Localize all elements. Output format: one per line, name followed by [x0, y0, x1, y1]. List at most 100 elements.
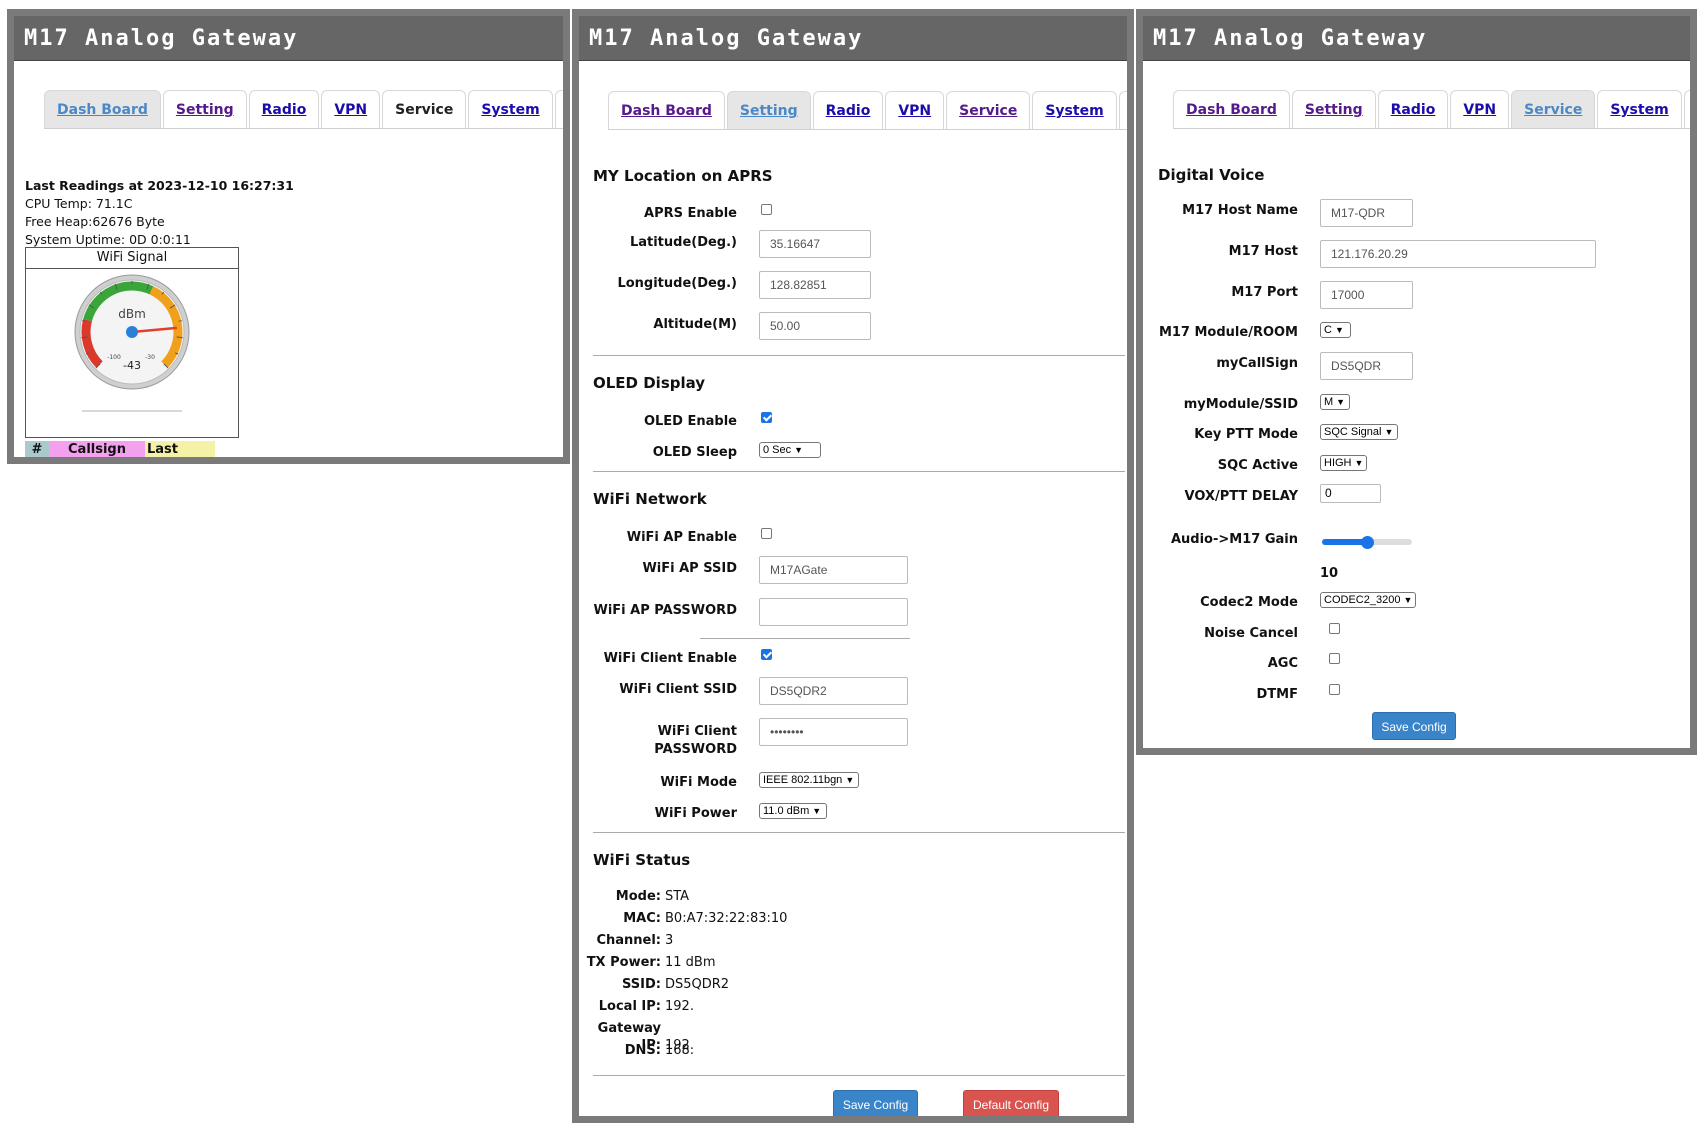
wifi-status-key: DNS: — [624, 1043, 661, 1058]
altitude-input[interactable]: 50.00 — [759, 312, 871, 340]
key-ptt-mode-label: Key PTT Mode — [1194, 427, 1298, 442]
save-config-button[interactable]: Save Config — [833, 1090, 918, 1116]
tab-bar: Dash Board Setting Radio VPN Service Sys… — [608, 91, 1127, 130]
gauge-hub — [126, 326, 138, 338]
cpu-temp: CPU Temp: 71.1C — [25, 196, 133, 211]
wifi-status-value: 192. — [665, 999, 694, 1014]
gauge-tick — [176, 336, 183, 339]
latitude-input[interactable]: 35.16647 — [759, 230, 871, 258]
setting-panel: M17 Analog Gateway Dash Board Setting Ra… — [572, 9, 1134, 1123]
my-callsign-input[interactable]: DS5QDR — [1320, 352, 1413, 380]
tab-setting[interactable]: Setting — [162, 90, 247, 128]
m17-module-select[interactable]: C ▼ — [1320, 322, 1351, 338]
wifi-mode-label: WiFi Mode — [660, 775, 737, 790]
hash-header: # — [25, 441, 49, 457]
wifi-power-select[interactable]: 11.0 dBm ▼ — [759, 803, 827, 819]
wifi-client-ssid-input[interactable]: DS5QDR2 — [759, 677, 908, 705]
last-heard-header: # Callsign Last heard — [25, 441, 215, 457]
wifi-ap-password-label: WiFi AP PASSWORD — [593, 603, 737, 618]
gauge-tick — [82, 320, 86, 322]
my-module-ssid-label: myModule/SSID — [1183, 397, 1298, 412]
wifi-status-value: B0:A7:32:22:83:10 — [665, 911, 788, 926]
wifi-status-value: 168. — [665, 1043, 694, 1058]
tab-service[interactable]: Service — [1511, 90, 1596, 128]
gauge-min-label: -100 — [107, 354, 121, 361]
tab-vpn[interactable]: VPN — [885, 91, 945, 129]
m17-host-name-input[interactable]: M17-QDR — [1320, 199, 1413, 227]
gauge-tick — [178, 320, 182, 322]
wifi-status-title: WiFi Status — [593, 851, 691, 869]
longitude-input[interactable]: 128.82851 — [759, 271, 871, 299]
wifi-mode-value: IEEE 802.11bgn — [763, 774, 843, 786]
m17-module-value: C — [1324, 324, 1332, 336]
vox-ptt-delay-label: VOX/PTT DELAY — [1184, 489, 1298, 504]
tab-system[interactable]: System — [1032, 91, 1117, 129]
app-title: M17 Analog Gateway — [579, 16, 1127, 61]
dtmf-label: DTMF — [1256, 687, 1298, 702]
aprs-section-title: MY Location on APRS — [593, 167, 773, 185]
gauge-max-label: -30 — [145, 354, 155, 361]
tab-firmware[interactable]: Firmware — [1118, 91, 1127, 129]
tab-firmware[interactable]: Firmware — [1683, 90, 1690, 128]
key-ptt-mode-select[interactable]: SQC Signal ▼ — [1320, 424, 1398, 440]
chevron-down-icon: ▼ — [1354, 458, 1364, 468]
codec2-mode-label: Codec2 Mode — [1200, 595, 1298, 610]
wifi-status-row: Channel: 3 — [579, 932, 673, 949]
audio-gain-value: 10 — [1320, 566, 1339, 581]
tab-vpn[interactable]: VPN — [321, 90, 381, 128]
tab-firmware[interactable]: Firmware — [554, 90, 563, 128]
wifi-ap-ssid-input[interactable]: M17AGate — [759, 556, 908, 584]
vox-ptt-delay-input[interactable]: 0 — [1320, 484, 1381, 503]
wifi-client-password-input[interactable]: •••••••• — [759, 718, 908, 746]
tab-setting[interactable]: Setting — [726, 91, 811, 129]
wifi-client-password-label-line2: PASSWORD — [654, 742, 737, 757]
wifi-status-row: TX Power: 11 dBm — [579, 954, 716, 971]
codec2-mode-select[interactable]: CODEC2_3200 ▼ — [1320, 592, 1416, 608]
divider — [593, 832, 1125, 833]
chevron-down-icon: ▼ — [794, 445, 804, 455]
tab-service[interactable]: Service — [946, 91, 1031, 129]
sqc-active-select[interactable]: HIGH ▼ — [1320, 455, 1367, 471]
tab-system[interactable]: System — [468, 90, 553, 128]
my-module-ssid-select[interactable]: M ▼ — [1320, 394, 1350, 410]
aprs-enable-checkbox[interactable] — [761, 204, 772, 215]
agc-checkbox[interactable] — [1329, 653, 1340, 664]
oled-enable-checkbox[interactable] — [761, 412, 772, 423]
tab-radio[interactable]: Radio — [1377, 90, 1449, 128]
altitude-label: Altitude(M) — [653, 317, 737, 332]
tab-service[interactable]: Service — [382, 90, 467, 128]
chevron-down-icon: ▼ — [812, 806, 822, 816]
wifi-signal-title: WiFi Signal — [26, 248, 238, 269]
save-config-button[interactable]: Save Config — [1372, 712, 1456, 740]
dtmf-checkbox[interactable] — [1329, 684, 1340, 695]
m17-port-input[interactable]: 17000 — [1320, 281, 1413, 309]
wifi-status-row: DNS: 168. — [579, 1042, 694, 1059]
oled-sleep-select[interactable]: 0 Sec ▼ — [759, 442, 821, 458]
tab-vpn[interactable]: VPN — [1450, 90, 1510, 128]
wifi-ap-password-input[interactable] — [759, 598, 908, 626]
tab-dashboard[interactable]: Dash Board — [1173, 90, 1290, 128]
wifi-ap-enable-checkbox[interactable] — [761, 528, 772, 539]
tab-dashboard[interactable]: Dash Board — [44, 90, 161, 128]
oled-sleep-label: OLED Sleep — [652, 445, 737, 460]
wifi-mode-select[interactable]: IEEE 802.11bgn ▼ — [759, 772, 859, 788]
wifi-status-value: 11 dBm — [665, 955, 716, 970]
noise-cancel-checkbox[interactable] — [1329, 623, 1340, 634]
default-config-button[interactable]: Default Config — [963, 1090, 1059, 1116]
slider-thumb[interactable] — [1361, 536, 1374, 549]
my-callsign-label: myCallSign — [1216, 356, 1298, 371]
tab-system[interactable]: System — [1597, 90, 1682, 128]
noise-cancel-label: Noise Cancel — [1204, 626, 1298, 641]
tab-radio[interactable]: Radio — [812, 91, 884, 129]
wifi-status-row: Local IP: 192. — [579, 998, 694, 1015]
wifi-status-key: Mode: — [615, 889, 661, 904]
tab-dashboard[interactable]: Dash Board — [608, 91, 725, 129]
tab-radio[interactable]: Radio — [248, 90, 320, 128]
tab-setting[interactable]: Setting — [1291, 90, 1376, 128]
oled-sleep-value: 0 Sec — [763, 444, 792, 456]
my-module-ssid-value: M — [1324, 396, 1334, 408]
m17-host-input[interactable]: 121.176.20.29 — [1320, 240, 1596, 268]
wifi-status-value: STA — [665, 889, 690, 904]
wifi-client-enable-checkbox[interactable] — [761, 649, 772, 660]
gauge-value: -43 — [123, 359, 141, 372]
